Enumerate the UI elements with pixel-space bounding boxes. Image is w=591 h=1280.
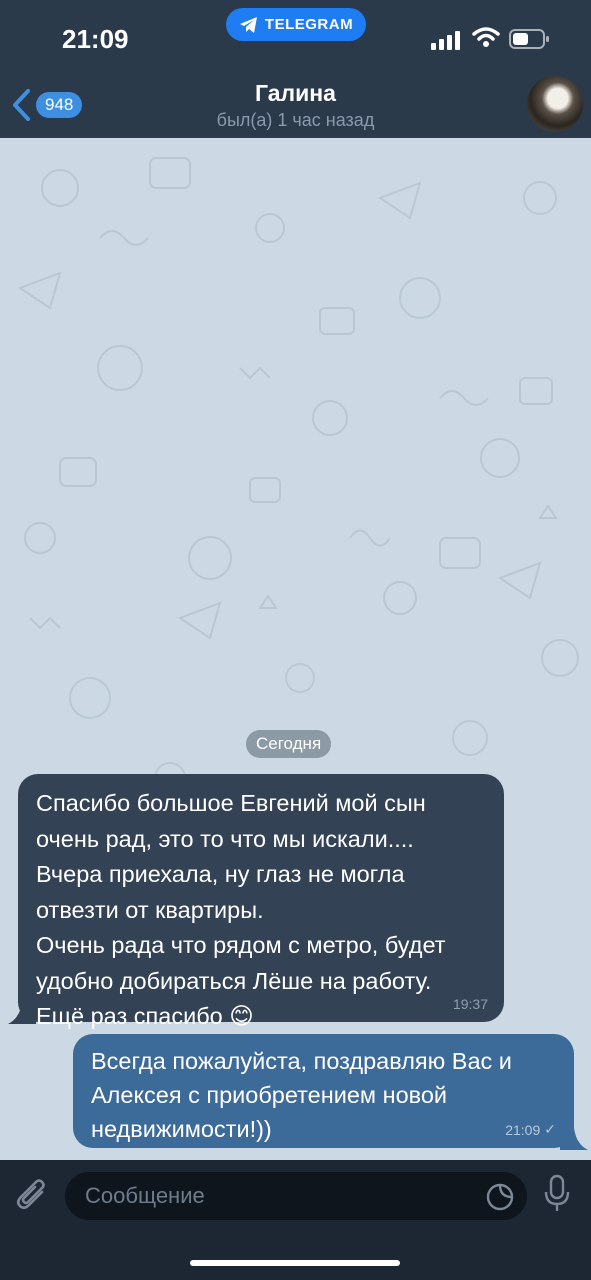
top-bar: 21:09 TELEGRAM 948 Галина был(а) 1 час н…	[0, 0, 591, 138]
wifi-icon	[472, 27, 500, 47]
avatar[interactable]	[527, 76, 583, 132]
message-text: Всегда пожалуйста, поздравляю Вас и Алек…	[91, 1048, 512, 1142]
signal-icon	[431, 31, 460, 50]
message-meta: 21:09 ✓	[505, 1121, 556, 1138]
date-divider: Сегодня	[246, 730, 332, 758]
chat-title[interactable]: Галина	[0, 80, 591, 107]
sticker-icon[interactable]	[485, 1182, 515, 1212]
check-icon: ✓	[544, 1121, 556, 1137]
composer-bar: Сообщение	[0, 1160, 591, 1280]
incoming-message[interactable]: Спасибо большое Евгений мой сын очень ра…	[18, 774, 504, 1029]
status-time: 21:09	[62, 24, 129, 54]
message-time: 19:37	[452, 996, 488, 1012]
battery-icon	[509, 29, 549, 49]
outgoing-message[interactable]: Всегда пожалуйста, поздравляю Вас и Алек…	[73, 1034, 574, 1148]
telegram-icon	[239, 16, 257, 33]
message-text: Спасибо большое Евгений мой сын очень ра…	[36, 790, 446, 1029]
chat-status: был(а) 1 час назад	[216, 110, 375, 130]
telegram-pill-label: TELEGRAM	[264, 16, 354, 33]
mic-icon[interactable]	[542, 1174, 572, 1214]
attach-icon[interactable]	[16, 1178, 52, 1216]
home-indicator	[190, 1260, 400, 1266]
message-input-placeholder: Сообщение	[85, 1183, 205, 1208]
telegram-pill[interactable]: TELEGRAM	[226, 8, 366, 41]
message-input[interactable]: Сообщение	[65, 1172, 527, 1220]
chat-area[interactable]: Сегодня Спасибо большое Евгений мой сын …	[0, 138, 591, 1160]
message-time: 21:09	[505, 1121, 541, 1138]
